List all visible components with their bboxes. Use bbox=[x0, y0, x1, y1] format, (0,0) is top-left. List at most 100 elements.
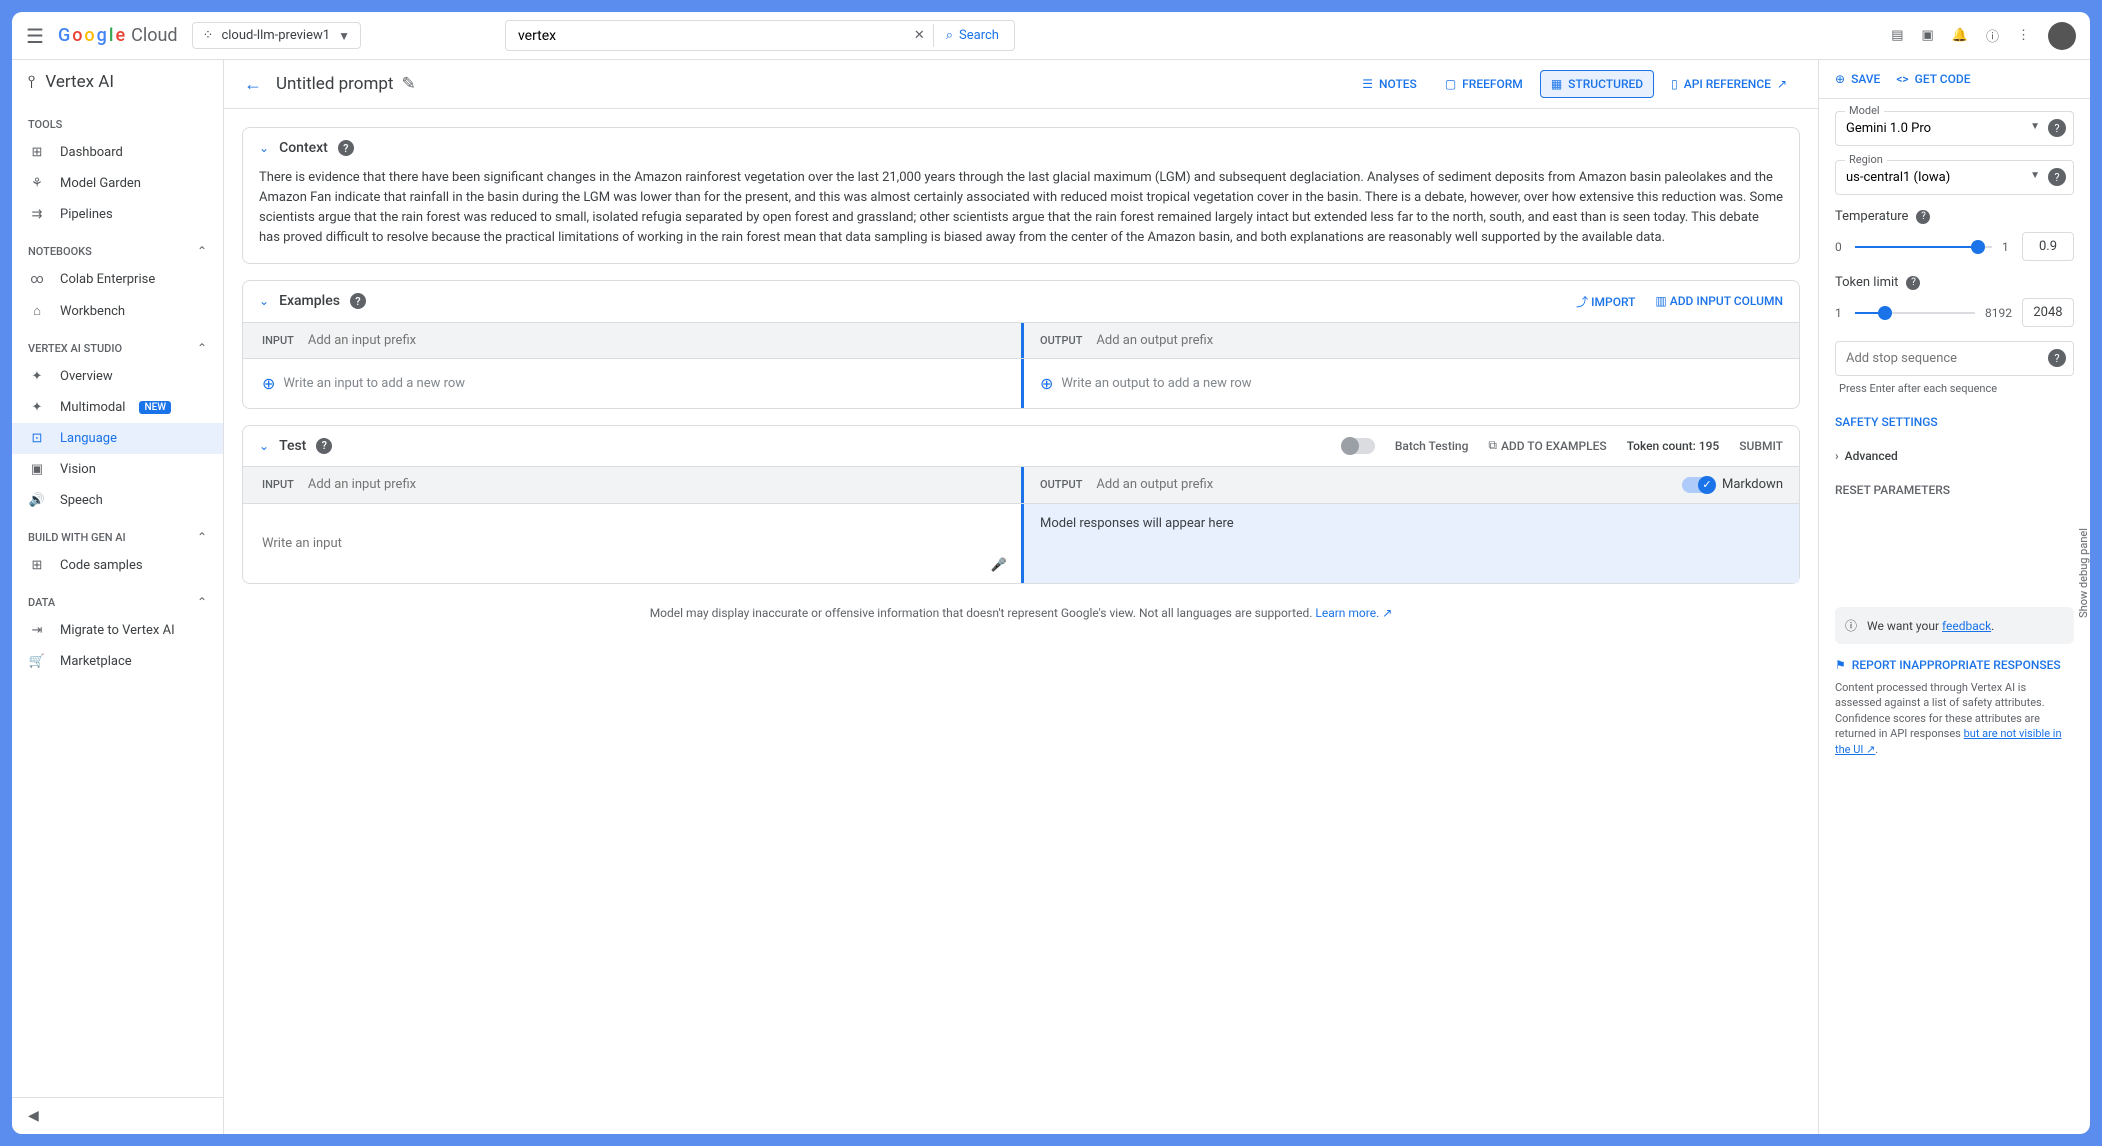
region-select[interactable]: Region ▼ ? bbox=[1835, 160, 2074, 195]
model-label: Model bbox=[1845, 104, 1884, 117]
help-icon[interactable]: ? bbox=[1916, 210, 1930, 224]
speech-icon: 🔊 bbox=[28, 493, 46, 508]
search-bar[interactable]: ✕ ⌕ Search bbox=[505, 20, 1015, 51]
sidebar-item-code-samples[interactable]: ⊞Code samples bbox=[12, 550, 223, 581]
feedback-link[interactable]: feedback bbox=[1942, 619, 1991, 633]
edit-icon[interactable]: ✎ bbox=[401, 74, 415, 94]
token-count: Token count: 195 bbox=[1627, 439, 1720, 453]
output-header: OUTPUT bbox=[1040, 334, 1082, 347]
tab-api-reference[interactable]: ▯API REFERENCE↗ bbox=[1660, 70, 1798, 98]
temperature-label: Temperature bbox=[1835, 209, 1908, 224]
collapse-sidebar[interactable]: ◀ bbox=[12, 1097, 223, 1134]
test-input[interactable] bbox=[262, 536, 1005, 551]
sidebar-item-migrate[interactable]: ⇥Migrate to Vertex AI bbox=[12, 615, 223, 646]
chevron-down-icon[interactable]: ⌄ bbox=[259, 141, 269, 155]
chevron-down-icon[interactable]: ⌄ bbox=[259, 294, 269, 308]
project-selector[interactable]: ⁘ cloud-llm-preview1 ▼ bbox=[192, 22, 361, 49]
model-select[interactable]: Model ▼ ? bbox=[1835, 111, 2074, 146]
stop-sequence-input[interactable] bbox=[1835, 341, 2074, 376]
token-limit-slider[interactable] bbox=[1855, 312, 1975, 314]
clear-icon[interactable]: ✕ bbox=[906, 28, 933, 43]
token-limit-value[interactable]: 2048 bbox=[2022, 298, 2074, 327]
cat-notebooks[interactable]: NOTEBOOKS⌃ bbox=[12, 230, 223, 264]
mic-icon[interactable]: 🎤 bbox=[991, 558, 1007, 573]
chevron-down-icon: ▼ bbox=[2030, 170, 2040, 181]
chevron-down-icon[interactable]: ⌄ bbox=[259, 439, 269, 453]
search-button[interactable]: ⌕ Search bbox=[933, 24, 1011, 47]
help-icon[interactable]: ? bbox=[316, 438, 332, 454]
back-button[interactable]: ← bbox=[244, 74, 262, 95]
input-prefix-field[interactable] bbox=[308, 333, 1005, 348]
sidebar-item-dashboard[interactable]: ⊞Dashboard bbox=[12, 137, 223, 168]
tab-structured[interactable]: ▦STRUCTURED bbox=[1540, 70, 1654, 98]
test-input-cell[interactable]: 🎤 bbox=[243, 504, 1021, 583]
help-icon[interactable]: ? bbox=[2048, 349, 2066, 367]
avatar[interactable] bbox=[2048, 22, 2076, 50]
help-icon[interactable]: ? bbox=[350, 293, 366, 309]
temperature-param: Temperature? 0 1 0.9 bbox=[1835, 209, 2074, 261]
sidebar-item-speech[interactable]: 🔊Speech bbox=[12, 485, 223, 516]
help-icon[interactable]: ? bbox=[2048, 119, 2066, 137]
reset-parameters-button[interactable]: RESET PARAMETERS bbox=[1835, 473, 2074, 507]
markdown-toggle[interactable] bbox=[1682, 477, 1714, 493]
cat-studio[interactable]: VERTEX AI STUDIO⌃ bbox=[12, 327, 223, 361]
learn-more-link[interactable]: Learn more. ↗ bbox=[1315, 606, 1392, 620]
cat-build[interactable]: BUILD WITH GEN AI⌃ bbox=[12, 516, 223, 550]
overview-icon: ✦ bbox=[28, 369, 46, 384]
sidebar-item-language[interactable]: ⊡Language bbox=[12, 423, 223, 454]
sidebar-item-model-garden[interactable]: ⚘Model Garden bbox=[12, 168, 223, 199]
safety-settings-button[interactable]: SAFETY SETTINGS bbox=[1835, 405, 2074, 439]
notifications-icon[interactable]: 🔔 bbox=[1952, 28, 1968, 43]
batch-label: Batch Testing bbox=[1395, 439, 1469, 453]
more-icon[interactable]: ⋮ bbox=[2017, 28, 2030, 43]
range-min: 1 bbox=[1835, 306, 1845, 320]
sidebar-item-workbench[interactable]: ⌂Workbench bbox=[12, 295, 223, 327]
get-code-button[interactable]: <>GET CODE bbox=[1896, 72, 1970, 86]
help-icon[interactable]: ? bbox=[338, 140, 354, 156]
range-min: 0 bbox=[1835, 240, 1845, 254]
import-button[interactable]: ⤴ IMPORT bbox=[1576, 293, 1635, 310]
tab-notes[interactable]: ☰NOTES bbox=[1351, 70, 1428, 98]
help-icon[interactable]: ? bbox=[1906, 276, 1920, 290]
sidebar-item-pipelines[interactable]: ⇉Pipelines bbox=[12, 199, 223, 230]
test-output-prefix-field[interactable] bbox=[1096, 477, 1668, 492]
sidebar-item-label: Marketplace bbox=[60, 654, 132, 669]
search-input[interactable] bbox=[518, 28, 906, 44]
help-icon[interactable]: ⓘ bbox=[1986, 26, 1999, 45]
menu-icon[interactable]: ☰ bbox=[26, 24, 44, 48]
save-button[interactable]: ⊕SAVE bbox=[1835, 72, 1880, 86]
example-input-row[interactable]: ⊕Write an input to add a new row bbox=[243, 359, 1021, 408]
sidebar-item-multimodal[interactable]: ✦MultimodalNEW bbox=[12, 392, 223, 423]
test-input-prefix-field[interactable] bbox=[308, 477, 1005, 492]
help-icon[interactable]: ? bbox=[2048, 168, 2066, 186]
example-output-row[interactable]: ⊕Write an output to add a new row bbox=[1021, 359, 1799, 408]
add-input-column-button[interactable]: ▥ ADD INPUT COLUMN bbox=[1655, 294, 1783, 308]
tab-freeform[interactable]: ▢FREEFORM bbox=[1434, 70, 1534, 98]
sidebar-item-marketplace[interactable]: 🛒Marketplace bbox=[12, 646, 223, 677]
output-prefix-field[interactable] bbox=[1096, 333, 1783, 348]
advanced-toggle[interactable]: ›Advanced bbox=[1835, 439, 2074, 473]
range-max: 8192 bbox=[1985, 306, 2012, 320]
report-button[interactable]: ⚑REPORT INAPPROPRIATE RESPONSES bbox=[1835, 658, 2074, 672]
submit-button[interactable]: SUBMIT bbox=[1739, 439, 1783, 453]
temperature-value[interactable]: 0.9 bbox=[2022, 232, 2074, 261]
debug-panel-toggle[interactable]: Show debug panel bbox=[2077, 528, 2090, 618]
terminal-icon[interactable]: ▣ bbox=[1922, 28, 1934, 43]
product-header[interactable]: ⫯ Vertex AI bbox=[12, 60, 223, 104]
dashboard-icon: ⊞ bbox=[28, 145, 46, 160]
vertex-icon: ⫯ bbox=[28, 72, 35, 92]
batch-testing-toggle[interactable] bbox=[1343, 438, 1375, 454]
range-max: 1 bbox=[2002, 240, 2012, 254]
cloud-logo[interactable]: Google Cloud bbox=[58, 25, 178, 46]
sidebar-item-vision[interactable]: ▣Vision bbox=[12, 454, 223, 485]
cat-tools: TOOLS bbox=[12, 104, 223, 137]
editor-icon[interactable]: ▤ bbox=[1891, 28, 1903, 43]
sidebar-item-colab[interactable]: ∞Colab Enterprise bbox=[12, 264, 223, 295]
sidebar-item-overview[interactable]: ✦Overview bbox=[12, 361, 223, 392]
stop-sequence-field[interactable]: ? bbox=[1835, 341, 2074, 376]
response-placeholder: Model responses will appear here bbox=[1040, 516, 1234, 531]
temperature-slider[interactable] bbox=[1855, 246, 1992, 248]
add-to-examples-button[interactable]: ⧉ADD TO EXAMPLES bbox=[1488, 438, 1606, 453]
cat-data[interactable]: DATA⌃ bbox=[12, 581, 223, 615]
context-text[interactable]: There is evidence that there have been s… bbox=[243, 168, 1799, 263]
